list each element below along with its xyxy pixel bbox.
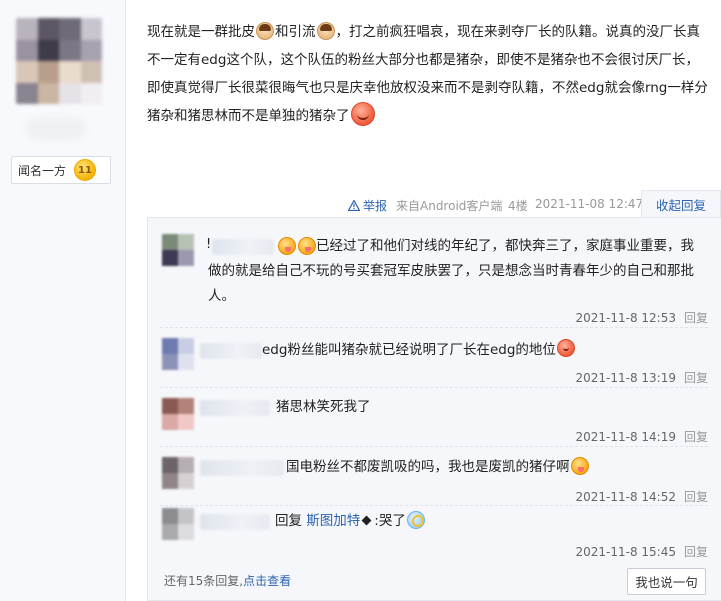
reply-username[interactable] (200, 514, 270, 530)
user-title-label: 闻名一方 (18, 163, 67, 178)
diamond-icon (361, 515, 372, 526)
reply-button[interactable]: 回复 (684, 371, 708, 385)
view-more-link[interactable]: 点击查看 (243, 574, 291, 588)
reply-username[interactable] (200, 343, 262, 359)
emoji-smile-icon (556, 339, 575, 357)
reply-meta: 2021-11-8 14:19 回复 (575, 428, 708, 445)
emoji-face-icon (256, 22, 274, 40)
say-something-button[interactable]: 我也说一句 (627, 568, 706, 595)
reply-button[interactable]: 回复 (684, 311, 708, 325)
more-replies-count: 还有15条回复, (164, 574, 244, 588)
reply-meta: 2021-11-8 15:45 回复 (575, 543, 708, 560)
reply-text-wrap: 回复 斯图加特 :哭了 (275, 509, 695, 534)
reply-time: 2021-11-8 14:19 (575, 430, 676, 444)
more-replies: 还有15条回复,点击查看 (164, 572, 291, 589)
post-text-part-1: 现在就是一群批皮 (147, 24, 255, 40)
post-text-part-2: 和引流 (275, 24, 316, 40)
reply-time: 2021-11-8 13:19 (575, 371, 676, 385)
reply-avatar[interactable] (162, 234, 194, 266)
reply-time: 2021-11-8 15:45 (575, 545, 676, 559)
reply-time: 2021-11-8 12:53 (575, 311, 676, 325)
post-source: 来自Android客户端 (396, 199, 503, 213)
user-avatar[interactable] (16, 18, 102, 104)
reply-item: ! 已经过了和他们对线的年纪了，都快奔三了，家庭事业重要，我做的就是给自己不玩的… (148, 218, 721, 328)
reply-text: 猪思林笑死我了 (276, 399, 371, 415)
reply-button[interactable]: 回复 (684, 430, 708, 444)
emoji-cry-icon (406, 511, 425, 529)
reply-avatar[interactable] (162, 338, 194, 370)
reply-text-wrap: edg粉丝能叫猪杂就已经说明了厂长在edg的地位 (262, 338, 702, 363)
user-title-badge[interactable]: 闻名一方 11 (11, 156, 111, 184)
emoji-face-icon (316, 22, 335, 40)
post-content: 现在就是一群批皮 和引流 ，打之前疯狂唱哀，现在来剥夺厂长的队籍。说真的没厂长真不一… (147, 18, 711, 130)
reply-avatar[interactable] (162, 398, 194, 430)
emoji-tongue-icon (570, 457, 589, 475)
reply-button[interactable]: 回复 (684, 545, 708, 559)
reply-item: 回复 斯图加特 :哭了 2021-11-8 15:45 回复 (148, 506, 721, 564)
post-floor: 4楼 (508, 199, 528, 213)
reply-list: ! 已经过了和他们对线的年纪了，都快奔三了，家庭事业重要，我做的就是给自己不玩的… (147, 217, 721, 601)
reply-meta: 2021-11-8 12:53 回复 (575, 309, 708, 326)
report-label: 举报 (363, 199, 388, 213)
collapse-replies-tab[interactable]: 收起回复 (641, 190, 721, 217)
report-link[interactable]: 举报 (348, 197, 387, 214)
reply-avatar[interactable] (162, 508, 194, 540)
reply-time: 2021-11-8 14:52 (575, 490, 676, 504)
reply-item: 猪思林笑死我了 2021-11-8 14:19 回复 (148, 388, 721, 447)
reply-text-wrap: 国电粉丝不都废凯吸的吗，我也是废凯的猪仔啊 (286, 455, 706, 480)
avatar-shadow (26, 118, 86, 140)
reply-item: 国电粉丝不都废凯吸的吗，我也是废凯的猪仔啊 2021-11-8 14:52 回复 (148, 447, 721, 506)
reply-meta: 2021-11-8 13:19 回复 (575, 369, 708, 386)
reply-button[interactable]: 回复 (684, 490, 708, 504)
level-badge-icon: 11 (74, 159, 97, 181)
reply-username[interactable] (200, 460, 284, 476)
reply-avatar[interactable] (162, 457, 194, 489)
reply-text: 已经过了和他们对线的年纪了，都快奔三了，家庭事业重要，我做的就是给自己不玩的号买… (208, 238, 694, 304)
post-footer: 举报 来自Android客户端 4楼 2021-11-08 12:47 收起回复 (147, 190, 721, 217)
warning-triangle-icon (348, 200, 360, 211)
reply-text: 国电粉丝不都废凯吸的吗，我也是废凯的猪仔啊 (286, 459, 570, 475)
emoji-smile-icon (350, 102, 375, 126)
reply-item: edg粉丝能叫猪杂就已经说明了厂长在edg的地位 2021-11-8 13:19… (148, 328, 721, 388)
user-info-column: 闻名一方 11 (0, 0, 126, 601)
reply-username[interactable] (200, 400, 270, 416)
reply-text: :哭了 (374, 513, 406, 529)
reply-meta: 2021-11-8 14:52 回复 (575, 488, 708, 505)
post-time: 2021-11-08 12:47 (535, 197, 644, 211)
reply-text: edg粉丝能叫猪杂就已经说明了厂长在edg的地位 (262, 342, 556, 358)
reply-to-label: 回复 (275, 513, 302, 529)
mentioned-user-link[interactable]: 斯图加特 (306, 513, 360, 529)
